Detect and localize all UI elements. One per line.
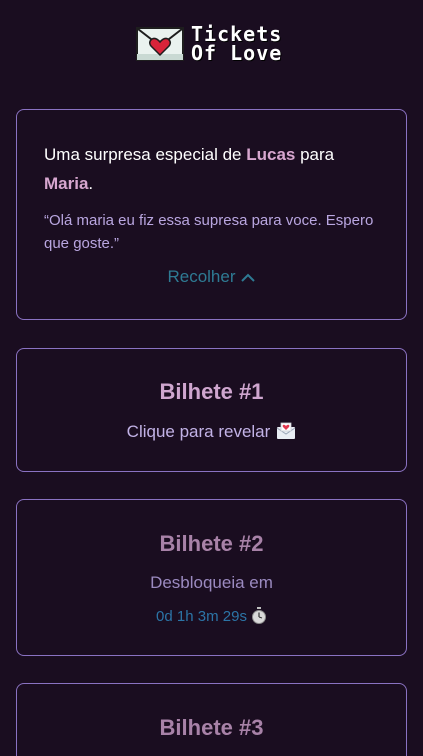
reveal-label: Clique para revelar — [126, 422, 271, 441]
app-logo: Tickets Of Love — [135, 24, 282, 64]
intro-prefix: Uma surpresa especial de — [44, 145, 247, 164]
countdown-value: 0d 1h 3m 29s — [156, 608, 247, 625]
intro-message: “Olá maria eu fiz essa supresa para voce… — [44, 212, 374, 252]
love-letter-icon — [136, 27, 184, 61]
envelope-heart-icon — [277, 422, 296, 439]
intro-connector: para — [295, 145, 335, 164]
ticket-card-3: Bilhete #3 — [16, 683, 407, 756]
unlock-label: Desbloqueia em — [150, 573, 273, 592]
ticket-title: Bilhete #2 — [159, 531, 264, 556]
chevron-up-icon — [240, 273, 255, 282]
sender-name: Lucas — [246, 145, 296, 164]
collapse-button[interactable]: Recolher — [17, 267, 406, 287]
ticket-card-2: Bilhete #2 Desbloqueia em 0d 1h 3m 29s — [16, 499, 407, 656]
intro-card: Uma surpresa especial de Lucas para Mari… — [16, 109, 407, 320]
stopwatch-icon — [251, 607, 266, 624]
countdown-timer: 0d 1h 3m 29s — [17, 607, 406, 625]
ticket-title: Bilhete #3 — [159, 715, 264, 740]
reveal-prompt[interactable]: Clique para revelar — [17, 421, 406, 442]
ticket-title: Bilhete #1 — [159, 379, 264, 404]
collapse-label: Recolher — [167, 267, 236, 286]
intro-title: Uma surpresa especial de Lucas para Mari… — [44, 140, 384, 198]
intro-suffix: . — [88, 174, 94, 193]
ticket-card-1[interactable]: Bilhete #1 Clique para revelar — [16, 348, 407, 472]
logo-title-line2: Of Love — [191, 41, 283, 65]
recipient-name: Maria — [44, 174, 89, 193]
